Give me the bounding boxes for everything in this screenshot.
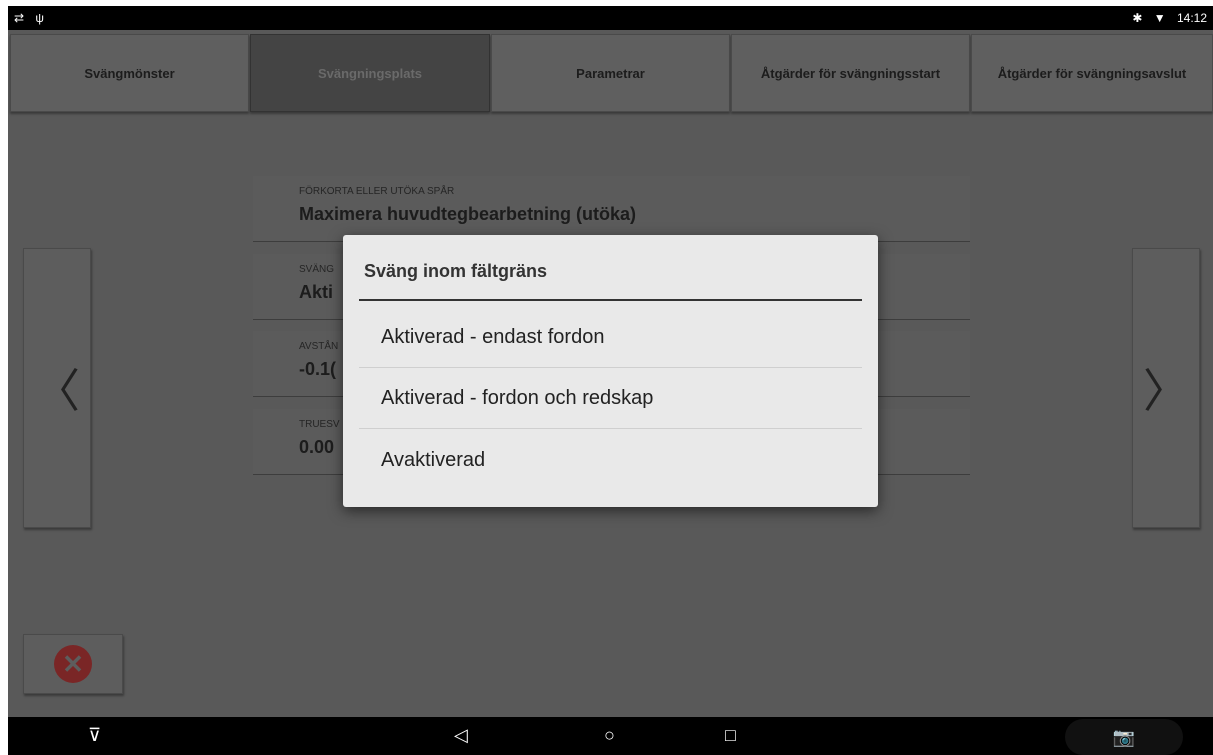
- screen: ⇄ ψ ✱ ▼ 14:12 Svängmönster Svängningspla…: [8, 6, 1213, 755]
- field-value: Akti: [299, 282, 334, 302]
- selection-dialog: Sväng inom fältgräns Aktiverad - endast …: [343, 235, 878, 507]
- notification-icons: ⇄ ψ: [14, 11, 48, 25]
- status-bar: ⇄ ψ ✱ ▼ 14:12: [8, 6, 1213, 30]
- field-label: TRUESV: [299, 419, 340, 430]
- field-value: -0.1(: [299, 359, 337, 379]
- option-vehicle-and-implement[interactable]: Aktiverad - fordon och redskap: [359, 368, 862, 429]
- tab-bar: Svängmönster Svängningsplats Parametrar …: [8, 32, 1213, 114]
- tab-parametrar[interactable]: Parametrar: [491, 34, 730, 112]
- home-icon[interactable]: ○: [604, 725, 615, 746]
- status-right: ✱ ▼ 14:12: [1124, 11, 1207, 25]
- previous-button[interactable]: 〈: [23, 248, 91, 528]
- cancel-icon: ✕: [54, 645, 92, 683]
- dialog-title: Sväng inom fältgräns: [364, 261, 548, 281]
- tab-svangningsplats[interactable]: Svängningsplats: [250, 34, 490, 112]
- tab-svangmonster[interactable]: Svängmönster: [10, 34, 249, 112]
- next-button[interactable]: 〉: [1132, 248, 1200, 528]
- field-value: 0.00: [299, 437, 335, 457]
- field-shorten-extend[interactable]: FÖRKORTA ELLER UTÖKA SPÅR Maximera huvud…: [253, 176, 970, 242]
- recents-icon[interactable]: □: [725, 725, 736, 746]
- wifi-icon: ▼: [1153, 11, 1166, 25]
- brand-icon[interactable]: ⊽: [88, 725, 101, 746]
- clock: 14:12: [1176, 11, 1207, 25]
- bluetooth-icon: ✱: [1132, 11, 1143, 25]
- dialog-divider: [359, 299, 862, 301]
- field-label: FÖRKORTA ELLER UTÖKA SPÅR: [299, 186, 455, 197]
- chevron-right-icon: 〉: [1143, 365, 1189, 417]
- option-label: Aktiverad - endast fordon: [381, 326, 605, 348]
- option-vehicle-only[interactable]: Aktiverad - endast fordon: [359, 307, 862, 368]
- tab-atgarder-avslut[interactable]: Åtgärder för svängningsavslut: [971, 34, 1213, 112]
- field-label: AVSTÅN: [299, 341, 339, 352]
- option-disabled[interactable]: Avaktiverad: [359, 430, 862, 491]
- screenshot-button[interactable]: 📷: [1065, 719, 1183, 755]
- field-value: Maximera huvudtegbearbetning (utöka): [299, 204, 637, 224]
- camera-icon: 📷: [1112, 726, 1136, 747]
- cancel-button[interactable]: ✕: [23, 634, 123, 694]
- option-label: Avaktiverad: [381, 449, 486, 471]
- chevron-left-icon: 〈: [34, 365, 80, 417]
- option-label: Aktiverad - fordon och redskap: [381, 387, 654, 409]
- back-icon[interactable]: ◁: [454, 725, 468, 746]
- tab-atgarder-start[interactable]: Åtgärder för svängningsstart: [731, 34, 970, 112]
- system-nav-bar: ⊽ ◁ ○ □ 📷: [8, 717, 1213, 755]
- field-label: SVÄNG: [299, 264, 335, 275]
